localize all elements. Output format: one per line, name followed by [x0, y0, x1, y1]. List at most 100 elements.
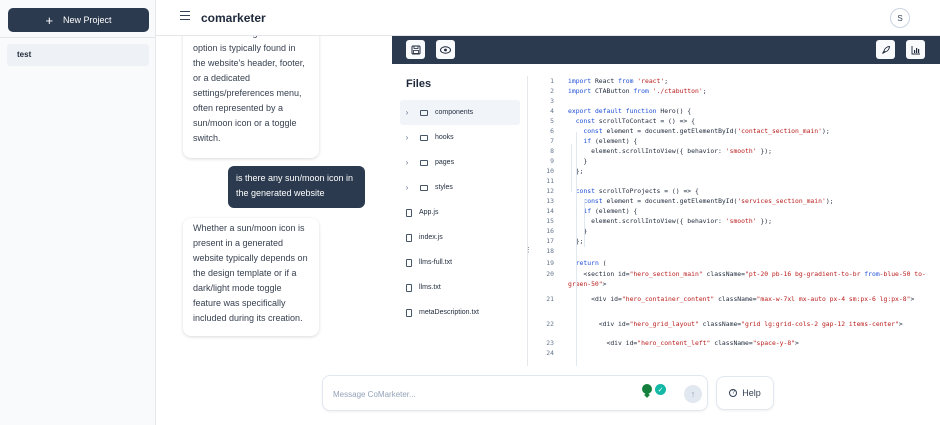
chevron-right-icon[interactable]: ›	[400, 108, 414, 117]
code-line[interactable]: if (element) {	[568, 207, 934, 217]
line-number: 20	[546, 270, 554, 278]
folder-icon	[420, 109, 428, 116]
line-number: 24	[546, 349, 554, 357]
file-icon	[406, 308, 412, 317]
plus-icon: +	[45, 12, 54, 28]
tree-item-label: App.js	[419, 209, 439, 216]
code-toolbar	[392, 36, 940, 64]
code-line[interactable]: const element = document.getElementById(…	[568, 197, 934, 207]
code-line[interactable]: element.scrollIntoView({ behavior: 'smoo…	[568, 147, 934, 157]
line-number: 21	[546, 295, 554, 303]
tree-folder[interactable]: › styles	[400, 175, 520, 200]
tree-item-label: styles	[435, 184, 453, 191]
help-button[interactable]: ? Help	[716, 376, 774, 410]
line-number: 17	[546, 237, 554, 245]
folder-icon	[420, 159, 428, 166]
code-line[interactable]: <div id="hero_content_left" className="s…	[568, 339, 934, 349]
line-number: 23	[546, 339, 554, 347]
line-number: 16	[546, 227, 554, 235]
line-number: 13	[546, 197, 554, 205]
code-line[interactable]: import CTAButton from './ctabutton';	[568, 87, 934, 97]
sidebar: + New Project test	[0, 0, 156, 425]
code-line[interactable]: if (element) {	[568, 137, 934, 147]
code-editor[interactable]: 1 import React from 'react'; 2 import CTABu…	[528, 74, 940, 366]
new-project-label: New Project	[63, 15, 112, 25]
bar-chart-icon	[911, 45, 920, 54]
code-line[interactable]: export default function Hero() {	[568, 107, 934, 117]
tree-file[interactable]: llms.txt	[400, 275, 520, 300]
location-pin-icon	[642, 384, 652, 394]
line-number: 8	[550, 147, 554, 155]
tree-item-label: metaDescription.txt	[419, 309, 479, 316]
question-circle-icon: ?	[729, 389, 738, 397]
code-line[interactable]: import React from 'react';	[568, 77, 934, 87]
code-line[interactable]: const scrollToProjects = () => {	[568, 187, 934, 197]
line-number: 19	[546, 259, 554, 267]
indent-guide	[576, 257, 577, 366]
sidebar-project-item[interactable]: test	[7, 44, 149, 66]
grammar-check-icon[interactable]: ✓	[655, 384, 666, 395]
file-icon	[406, 258, 412, 267]
tree-file[interactable]: llms-full.txt	[400, 250, 520, 275]
tree-item-label: pages	[435, 159, 455, 166]
preview-button[interactable]	[436, 40, 455, 59]
code-line[interactable]: element.scrollIntoView({ behavior: 'smoo…	[568, 217, 934, 227]
chevron-right-icon[interactable]: ›	[400, 158, 414, 167]
rocket-icon	[881, 45, 890, 54]
code-panel: Files › components › hooks › pages › styles App.…	[392, 36, 940, 366]
analytics-button[interactable]	[906, 40, 925, 59]
file-icon	[406, 233, 412, 242]
message-input[interactable]	[333, 386, 613, 402]
app-title: comarketer	[201, 11, 266, 25]
folder-icon	[420, 134, 428, 141]
line-number: 3	[550, 97, 554, 105]
line-number: 1	[550, 77, 554, 85]
tree-folder[interactable]: › hooks	[400, 125, 520, 150]
line-number: 18	[546, 247, 554, 255]
code-line[interactable]: }	[568, 227, 934, 237]
indent-guide	[571, 144, 572, 192]
save-icon	[411, 45, 420, 54]
line-number: 7	[550, 137, 554, 145]
line-number: 22	[546, 320, 554, 328]
files-title: Files	[406, 78, 432, 90]
tree-file[interactable]: index.js	[400, 225, 520, 250]
code-line[interactable]: <div id="hero_container_content" classNa…	[568, 295, 934, 305]
code-line[interactable]: const element = document.getElementById(…	[568, 127, 934, 137]
chevron-right-icon[interactable]: ›	[400, 133, 414, 142]
line-number: 12	[546, 187, 554, 195]
tree-item-label: index.js	[419, 234, 443, 241]
code-line[interactable]: };	[568, 237, 934, 247]
code-line[interactable]: }	[568, 157, 934, 167]
arrow-up-icon: ↑	[690, 389, 696, 399]
tree-folder[interactable]: › components	[400, 100, 520, 125]
tree-folder[interactable]: › pages	[400, 150, 520, 175]
code-line[interactable]: return (	[568, 259, 934, 269]
chevron-right-icon[interactable]: ›	[400, 183, 414, 192]
indent-guide	[584, 199, 585, 247]
tree-file[interactable]: metaDescription.txt	[400, 300, 520, 325]
hamburger-menu-icon[interactable]	[180, 11, 190, 21]
line-number: 9	[550, 157, 554, 165]
line-number: 10	[546, 167, 554, 175]
code-line[interactable]: <section id="hero_section_main" classNam…	[568, 270, 934, 290]
chat-thread: The dark and light mode option is typica…	[156, 36, 391, 366]
header: comarketer S	[156, 0, 940, 36]
deploy-button[interactable]	[876, 40, 895, 59]
new-project-button[interactable]: + New Project	[8, 8, 149, 32]
code-line[interactable]: };	[568, 167, 934, 177]
line-number: 11	[546, 177, 554, 185]
user-avatar[interactable]: S	[890, 8, 910, 28]
line-number: 14	[546, 207, 554, 215]
send-button[interactable]: ↑	[684, 385, 702, 403]
code-line[interactable]: const scrollToContact = () => {	[568, 117, 934, 127]
user-message: is there any sun/moon icon in the genera…	[228, 166, 365, 208]
file-icon	[406, 208, 412, 217]
tree-file[interactable]: App.js	[400, 200, 520, 225]
save-button[interactable]	[406, 40, 425, 59]
eye-icon	[440, 45, 451, 54]
code-line[interactable]: <div id="hero_grid_layout" className="gr…	[568, 320, 934, 330]
line-number: 15	[546, 217, 554, 225]
tree-item-label: llms.txt	[419, 284, 441, 291]
line-number: 4	[550, 107, 554, 115]
